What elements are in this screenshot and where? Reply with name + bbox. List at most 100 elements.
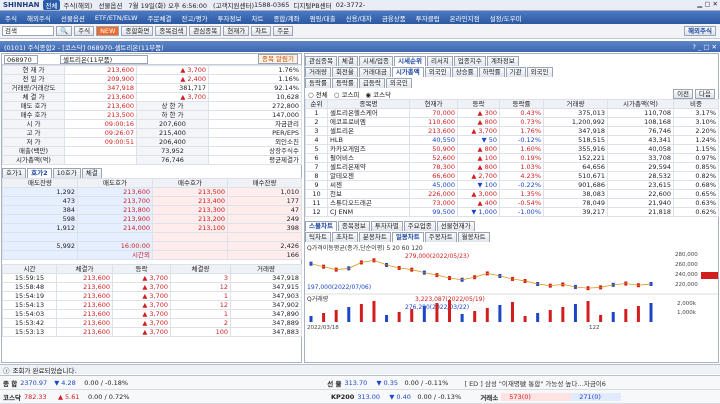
tab-tabs2-5[interactable]: 상승률 [451, 66, 478, 77]
tab-tabs3-1[interactable]: 등락률 [331, 77, 358, 88]
tab-tabs1-6[interactable]: 계좌정보 [486, 55, 519, 66]
window-buttons[interactable]: ? _ □ ✕ [693, 43, 718, 51]
tab-orderbook-3[interactable]: 체결 [81, 167, 102, 178]
tab-tabs2-6[interactable]: 하락률 [478, 66, 505, 77]
stock-name[interactable]: 셀트리온(11부품) [60, 54, 148, 64]
tab-tabs3-2[interactable]: 급등락 [358, 77, 385, 88]
tab-tabs1-3[interactable]: 시세순위 [394, 55, 426, 66]
overseas-stock-button[interactable]: 해외주식 [684, 26, 716, 36]
tab-tabs1-5[interactable]: 업종지수 [453, 55, 486, 66]
alert-button[interactable]: 종목 알림기 [258, 54, 298, 64]
orderbook-row[interactable]: 598 213,900 213,200 249 [2, 214, 302, 224]
tab-orderbook-0[interactable]: 호가1 [2, 167, 27, 178]
orderbook-row[interactable]: 384 213,800 213,300 47 [2, 205, 302, 215]
ranking-row[interactable]: 11 스튜디오드래곤 73,000 ▲ 400 -0.54% 78,049 21,940 0.… [305, 198, 719, 208]
quote-value: 347,918 [64, 83, 137, 93]
new-button[interactable]: NEW [96, 26, 120, 36]
mode-pill[interactable]: 전체 [42, 0, 61, 10]
ticker-row-2: 코스닥 782.33 ▲ 5.61 0.00 / 0.72% KP200 313… [0, 390, 720, 404]
filter-kosdaq[interactable]: ◉ 코스닥 [359, 89, 391, 99]
orderbook-row[interactable]: 시간외 166 [2, 249, 302, 260]
quote-change: 206,400 [136, 137, 209, 147]
menu-item-7[interactable]: 차트 [246, 13, 268, 23]
next-button[interactable]: 다음 [695, 88, 715, 99]
ranking-row[interactable]: 1 셀트리온헬스케어 70,000 ▲ 300 0.43% 375,013 110,708 3… [305, 108, 719, 118]
ranking-row[interactable]: 5 카카오게임즈 50,900 ▲ 800 1.60% 355,916 40,058 1.15… [305, 144, 719, 154]
menu-item-3[interactable]: ETF/ETN/ELW [90, 14, 143, 22]
menu-item-14[interactable]: 설정/도우미 [485, 13, 527, 23]
toolbar-btn-2[interactable]: 관심종목 [189, 26, 222, 36]
ranking-row[interactable]: 3 셀트리온 213,600 ▲ 3,700 1.76% 347,918 76,746 2.2… [305, 126, 719, 136]
tab-tabs2-8[interactable]: 외국인 [526, 66, 553, 77]
orderbook-row[interactable] [2, 232, 302, 242]
mini-chart[interactable]: Q가격이동평균(종가,단순이평) 5 20 60 120279,000(2022… [305, 242, 718, 330]
menu-item-0[interactable]: 주식 [0, 13, 22, 23]
tab-tabs2-0[interactable]: 거래량 [305, 66, 331, 77]
tab-tabs3-3[interactable]: 외국인 [385, 77, 412, 88]
menu-item-4[interactable]: 주문체결 [143, 13, 177, 23]
tab-chart-3[interactable]: 주요업종 [403, 220, 436, 231]
tab-tabs1-4[interactable]: 리서치 [426, 55, 453, 66]
tab-tabs2-2[interactable]: 거래대금 [358, 66, 391, 77]
menu-item-8[interactable]: 종합/계좌 [268, 13, 304, 23]
tab-chart-4[interactable]: 선물현재가 [436, 220, 475, 231]
tab-tabs2-4[interactable]: 외국인 [424, 66, 451, 77]
ranking-row[interactable]: 2 에코프로비엠 110,600 ▲ 800 0.73% 1,200,992 108,168… [305, 117, 719, 127]
menu-item-5[interactable]: 잔고/평가 [176, 13, 212, 23]
menu-item-13[interactable]: 온라인지점 [445, 13, 485, 23]
orderbook-row[interactable]: 5,992 16:00:00 2,426 [2, 240, 302, 251]
menu-item-9[interactable]: 펌핑/대출 [305, 13, 341, 23]
tab-chartsub-3[interactable]: 일봉차트 [391, 231, 424, 242]
tab-chart-1[interactable]: 종목정보 [337, 220, 370, 231]
prev-button[interactable]: 이전 [673, 88, 694, 99]
ticker-rate: 0.00 / -0.18% [84, 378, 129, 387]
tab-tabs1-2[interactable]: 시세/업종 [358, 55, 394, 66]
toolbar-btn-0[interactable]: 종합화면 [121, 26, 154, 36]
menu-item-11[interactable]: 금융상품 [377, 13, 411, 23]
search-input[interactable]: 검색 [2, 26, 54, 36]
tab-tabs1-0[interactable]: 관심종목 [305, 55, 337, 66]
tab-chart-2[interactable]: 투자자별 [370, 220, 403, 231]
filter-kospi[interactable]: ○ 코스피 [328, 89, 360, 99]
tab-tabs2-3[interactable]: 시가총액 [391, 66, 424, 77]
stock-code-input[interactable]: 068970 [4, 54, 38, 64]
menu-item-2[interactable]: 선물옵션 [56, 13, 90, 23]
tab-chartsub-1[interactable]: 초차트 [331, 231, 358, 242]
tab-orderbook-2[interactable]: 10호가 [52, 167, 81, 178]
page-indicator[interactable]: 122 [589, 325, 600, 330]
search-icon[interactable]: 🔍 [56, 26, 73, 36]
orderbook-row[interactable]: 473 213,700 213,400 177 [2, 196, 302, 206]
ranking-row[interactable]: 10 천보 226,000 ▲ 3,000 1.35% 38,083 22,600 0.65% [305, 189, 719, 199]
tab-tabs3-0[interactable]: 동락률 [305, 77, 331, 88]
menu-item-12[interactable]: 투자클럽 [411, 13, 445, 23]
tab-chartsub-4[interactable]: 주봉차트 [424, 231, 457, 242]
toolbar-btn-5[interactable]: 주문 [273, 26, 294, 36]
menu-item-10[interactable]: 신용/대차 [341, 13, 377, 23]
tab-chartsub-0[interactable]: 틱차트 [305, 231, 331, 242]
news-ticker[interactable]: [ ED ] 삼성 "이재명號 통합" 가능성 높다…자금이6 [464, 378, 605, 388]
orderbook-row[interactable]: 1,912 214,000 213,100 398 [2, 223, 302, 233]
tab-tabs1-1[interactable]: 체결 [337, 55, 358, 66]
ranking-row[interactable]: 4 HLB 40,550 ▼ 50 -0.12% 518,515 43,341 1.24% [305, 135, 719, 145]
filter-all[interactable]: ○ 전체 [305, 89, 328, 99]
toolbar-btn-3[interactable]: 현재가 [223, 26, 250, 36]
ranking-cell: 11 [305, 198, 328, 208]
ranking-row[interactable]: 6 펄어비스 52,600 ▲ 100 0.19% 152,221 33,708 0.97% [305, 153, 719, 163]
menu-item-6[interactable]: 투자정보 [213, 13, 247, 23]
tab-chartsub-5[interactable]: 월봉차트 [457, 231, 490, 242]
ranking-row[interactable]: 12 CJ ENM 99,500 ▼ 1,000 -1.00% 39,217 21,818 0… [305, 207, 719, 217]
window-controls[interactable]: ▁ ▢ ✕ [697, 0, 718, 8]
menu-item-1[interactable]: 해외주식 [22, 13, 56, 23]
tab-tabs2-1[interactable]: 회전율 [331, 66, 358, 77]
toolbar-btn-4[interactable]: 차트 [251, 26, 272, 36]
tab-chartsub-2[interactable]: 분봉차트 [358, 231, 391, 242]
market-select[interactable]: 주식 [74, 26, 95, 36]
ranking-row[interactable]: 7 셀트리온제약 78,300 ▲ 800 1.03% 64,656 29,594 0.85% [305, 162, 719, 172]
tab-orderbook-1[interactable]: 호가2 [27, 167, 52, 178]
tab-tabs2-7[interactable]: 기관 [505, 66, 526, 77]
tab-chart-0[interactable]: 스몰차트 [305, 220, 337, 231]
orderbook-row[interactable]: 1,292 213,600 213,500 1,010 [2, 187, 302, 197]
ranking-row[interactable]: 9 씨젠 45,000 ▼ 100 -0.22% 901,686 23,615 0.68% [305, 180, 719, 190]
toolbar-btn-1[interactable]: 종목검색 [155, 26, 188, 36]
ranking-row[interactable]: 8 알테오젠 66,600 ▲ 2,700 4.23% 510,671 28,532 0.82… [305, 171, 719, 181]
